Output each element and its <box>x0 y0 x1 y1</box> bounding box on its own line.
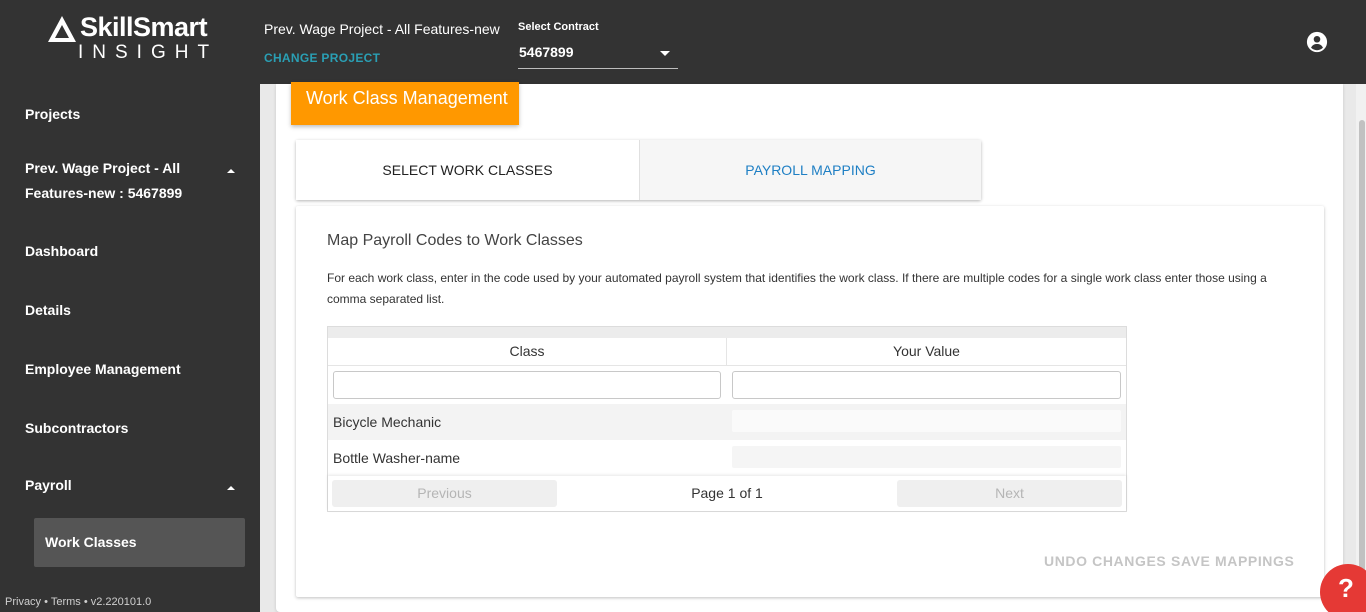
next-page-button[interactable]: Next <box>897 480 1122 507</box>
section-title: Map Payroll Codes to Work Classes <box>327 232 583 249</box>
value-cell-input[interactable] <box>732 410 1121 432</box>
table-top-bar <box>328 327 1126 338</box>
account-circle-icon[interactable] <box>1306 31 1328 53</box>
column-header-class[interactable]: Class <box>328 338 727 365</box>
help-question-icon: ? <box>1338 573 1354 603</box>
top-bar: SkillSmart INSIGHT Prev. Wage Project - … <box>0 0 1366 84</box>
footer-links: Privacy • Terms • v2.220101.0 <box>5 596 151 608</box>
sidebar: Projects Prev. Wage Project - All Featur… <box>0 84 260 612</box>
tab-bar: SELECT WORK CLASSES PAYROLL MAPPING <box>296 140 981 200</box>
table-row: Bottle Washer-name <box>328 440 1126 476</box>
sidebar-item-work-classes[interactable]: Work Classes <box>34 518 245 567</box>
logo-subtitle: INSIGHT <box>78 42 219 63</box>
tab-select-work-classes[interactable]: SELECT WORK CLASSES <box>296 140 639 200</box>
header-divider <box>328 365 1126 366</box>
footer-separator: • <box>41 596 51 608</box>
class-filter-input[interactable] <box>333 371 721 399</box>
logo-triangle-icon <box>48 16 76 42</box>
contract-value: 5467899 <box>519 44 574 60</box>
value-filter-input[interactable] <box>732 371 1121 399</box>
change-project-link[interactable]: CHANGE PROJECT <box>264 51 380 65</box>
project-title: Prev. Wage Project - All Features-new <box>264 21 500 37</box>
sidebar-item-subcontractors[interactable]: Subcontractors <box>25 420 128 436</box>
previous-page-button[interactable]: Previous <box>332 480 557 507</box>
skillsmart-logo[interactable]: SkillSmart INSIGHT <box>44 12 224 66</box>
value-cell-input[interactable] <box>732 446 1121 468</box>
table-row: Bicycle Mechanic <box>328 404 1126 440</box>
scrollbar-thumb[interactable] <box>1359 120 1365 612</box>
sidebar-item-projects[interactable]: Projects <box>25 106 80 122</box>
sidebar-item-label: Work Classes <box>45 534 137 550</box>
contract-select[interactable]: 5467899 <box>518 40 678 69</box>
version-text: v2.220101.0 <box>90 596 152 608</box>
section-description: For each work class, enter in the code u… <box>327 271 1267 306</box>
mapping-table: Class Your Value Bicycle Mechanic Bottle… <box>327 326 1127 512</box>
class-cell: Bicycle Mechanic <box>333 414 442 430</box>
sidebar-item-employee-management[interactable]: Employee Management <box>25 361 181 377</box>
undo-changes-button[interactable]: UNDO CHANGES <box>1044 553 1166 569</box>
tab-payroll-mapping[interactable]: PAYROLL MAPPING <box>639 140 981 200</box>
page-title-banner: Work Class Management <box>291 82 519 125</box>
footer-separator: • <box>80 596 91 608</box>
privacy-link[interactable]: Privacy <box>5 596 41 608</box>
contract-label: Select Contract <box>518 21 599 33</box>
pagination: Previous Page 1 of 1 Next <box>328 476 1126 511</box>
save-mappings-button[interactable]: SAVE MAPPINGS <box>1171 553 1294 569</box>
sidebar-item-details[interactable]: Details <box>25 302 71 318</box>
caret-up-icon[interactable] <box>227 169 235 173</box>
column-header-your-value[interactable]: Your Value <box>727 338 1126 365</box>
sidebar-item-payroll[interactable]: Payroll <box>25 477 72 493</box>
logo-wordmark: SkillSmart <box>80 12 208 42</box>
terms-link[interactable]: Terms <box>51 596 81 608</box>
page-info: Page 1 of 1 <box>691 485 763 501</box>
class-cell: Bottle Washer-name <box>333 450 461 466</box>
sidebar-item-current-project[interactable]: Prev. Wage Project - All Features-new : … <box>25 156 215 206</box>
caret-down-icon <box>660 51 670 56</box>
caret-up-icon[interactable] <box>227 486 235 490</box>
sidebar-item-dashboard[interactable]: Dashboard <box>25 243 98 259</box>
